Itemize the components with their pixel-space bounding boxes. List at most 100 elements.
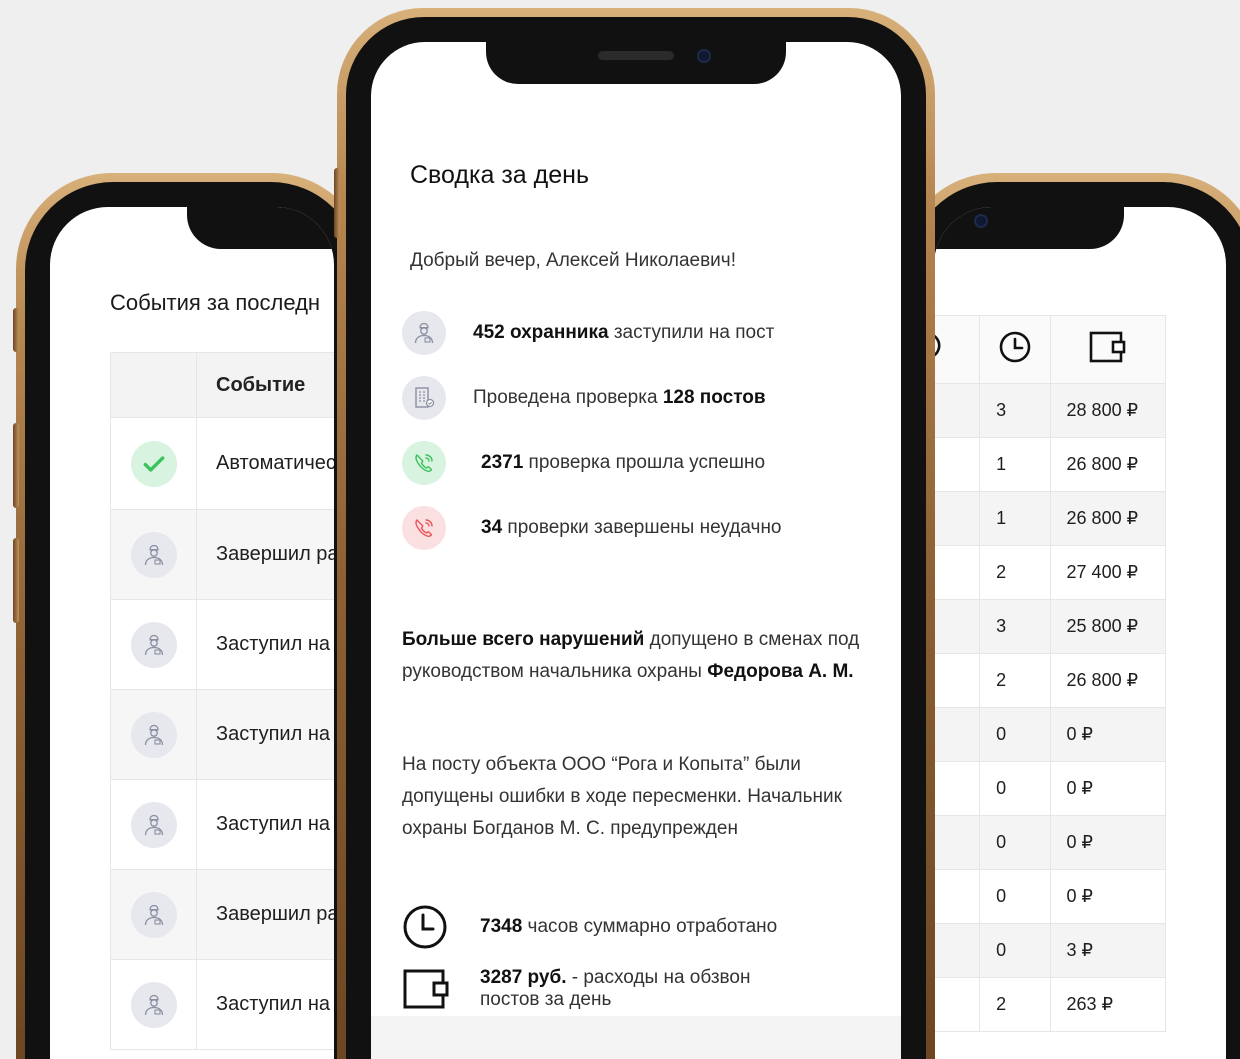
hours-cell: 2: [979, 977, 1051, 1032]
hours-cell: 0: [979, 869, 1051, 924]
hours-cell: 0: [979, 815, 1051, 870]
cost-cell: 0 ₽: [1049, 815, 1167, 870]
hours-cell: 0: [979, 707, 1051, 762]
table-row[interactable]: Заступил на: [110, 959, 334, 1050]
table-row[interactable]: 00 ₽: [934, 815, 1167, 870]
guard-icon: [130, 711, 177, 758]
cost-cell: 3 ₽: [1049, 923, 1167, 978]
side-button: [13, 423, 19, 508]
cost-cell: 27 400 ₽: [1049, 545, 1167, 600]
cost-cell: 26 800 ₽: [1049, 491, 1167, 546]
phone-notch: [934, 207, 1124, 249]
guard-icon: [402, 311, 446, 355]
table-row[interactable]: Заступил на: [110, 599, 334, 690]
hours-cell: 0: [979, 761, 1051, 816]
table-row[interactable]: 3 25 800 ₽: [934, 599, 1167, 654]
post-note: На посту объекта ООО “Рога и Копыта” был…: [402, 754, 842, 839]
phone-screen-costs: 3 28 800 ₽ 1 26 800 ₽ 1 26 800 ₽ 2 27 400 ₽ …: [934, 207, 1226, 1059]
front-camera: [974, 214, 988, 228]
phone-call-success-icon: [402, 441, 446, 485]
hours-cell: 1: [979, 437, 1051, 492]
phone-left: События за последн Событие Автоматичес З…: [13, 173, 368, 1059]
cost-cell: 25 800 ₽: [1049, 599, 1167, 654]
table-row[interactable]: Автоматичес: [110, 417, 334, 510]
table-row[interactable]: 1 26 800 ₽: [934, 437, 1167, 492]
header-event[interactable]: Событие: [196, 352, 334, 418]
table-row[interactable]: 00 ₽: [934, 707, 1167, 762]
table-row[interactable]: Заступил на: [110, 779, 334, 870]
costs-table-header: [934, 315, 1167, 384]
cost-cell: 26 800 ₽: [1049, 653, 1167, 708]
guard-icon: [130, 801, 177, 848]
phone-right: 3 28 800 ₽ 1 26 800 ₽ 1 26 800 ₽ 2 27 400 ₽ …: [900, 173, 1240, 1059]
events-table: Событие Автоматичес Завершил ра Заступил…: [110, 352, 334, 1050]
events-table-header: Событие: [110, 352, 334, 418]
hours-summary: 7348 часов суммарно отработано: [402, 904, 777, 950]
events-title: События за последн: [110, 290, 321, 315]
table-row[interactable]: 2 263 ₽: [934, 977, 1167, 1032]
clock-icon: [999, 331, 1031, 363]
table-row[interactable]: 2 26 800 ₽: [934, 653, 1167, 708]
side-button: [13, 308, 19, 352]
check-icon: [130, 440, 177, 487]
phone-notch: [187, 207, 334, 249]
wallet-icon: [1089, 331, 1126, 363]
hours-cell: 2: [979, 545, 1051, 600]
table-row[interactable]: Завершил ра: [110, 509, 334, 600]
table-row[interactable]: 03 ₽: [934, 923, 1167, 978]
hours-cell: 2: [979, 653, 1051, 708]
header-icon-column: [110, 352, 197, 418]
table-row[interactable]: 2 27 400 ₽: [934, 545, 1167, 600]
costs-table: 3 28 800 ₽ 1 26 800 ₽ 1 26 800 ₽ 2 27 400 ₽ …: [934, 315, 1167, 1032]
refresh-icon: [934, 334, 941, 357]
event-text: Заступил на: [196, 959, 334, 1050]
guard-icon: [130, 621, 177, 668]
table-row[interactable]: 00 ₽: [934, 869, 1167, 924]
event-text: Автоматичес: [196, 417, 334, 510]
side-button: [334, 168, 340, 238]
cost-cell: 26 800 ₽: [1049, 437, 1167, 492]
stat-checks-failed: 34 проверки завершены неудачно: [402, 506, 782, 550]
event-text: Заступил на: [196, 689, 334, 780]
guard-icon: [130, 981, 177, 1028]
cost-cell: 0 ₽: [1049, 761, 1167, 816]
phone-notch: [486, 42, 786, 84]
greeting: Добрый вечер, Алексей Николаевич!: [410, 250, 736, 271]
event-text: Заступил на: [196, 779, 334, 870]
table-row[interactable]: Заступил на: [110, 689, 334, 780]
summary-title: Сводка за день: [410, 161, 589, 189]
violations-note: Больше всего нарушений допущено в сменах…: [402, 629, 860, 682]
hours-cell: 3: [979, 599, 1051, 654]
phone-screen-events: События за последн Событие Автоматичес З…: [50, 207, 334, 1059]
guard-icon: [130, 531, 177, 578]
building-icon: [402, 376, 446, 420]
event-text: Заступил на: [196, 599, 334, 690]
wallet-icon: [403, 969, 449, 1009]
cost-cell: 28 800 ₽: [1049, 383, 1167, 438]
table-row[interactable]: Завершил ра: [110, 869, 334, 960]
phone-screen-summary: Сводка за день Добрый вечер, Алексей Ник…: [371, 42, 901, 1059]
event-text: Завершил ра: [196, 509, 334, 600]
front-camera: [697, 49, 711, 63]
cost-cell: 0 ₽: [1049, 869, 1167, 924]
table-row[interactable]: 1 26 800 ₽: [934, 491, 1167, 546]
guard-icon: [130, 891, 177, 938]
stat-guards: 452 охранника заступили на пост: [402, 311, 774, 355]
hours-cell: 3: [979, 383, 1051, 438]
cost-cell: 0 ₽: [1049, 707, 1167, 762]
hours-cell: 1: [979, 491, 1051, 546]
event-text: Завершил ра: [196, 869, 334, 960]
summary-footer: [371, 1016, 901, 1059]
side-button: [13, 538, 19, 623]
stat-posts: Проведена проверка 128 постов: [402, 376, 766, 420]
cost-cell: 263 ₽: [1049, 977, 1167, 1032]
costs-summary: 3287 руб. - расходы на обзвон постов за …: [402, 967, 750, 1011]
table-row[interactable]: 00 ₽: [934, 761, 1167, 816]
phone-center: Сводка за день Добрый вечер, Алексей Ник…: [334, 8, 935, 1059]
hours-cell: 0: [979, 923, 1051, 978]
table-row[interactable]: 3 28 800 ₽: [934, 383, 1167, 438]
speaker-grille: [598, 51, 674, 60]
phone-call-failed-icon: [402, 506, 446, 550]
stat-checks-success: 2371 проверка прошла успешно: [402, 441, 765, 485]
clock-icon: [403, 905, 447, 949]
